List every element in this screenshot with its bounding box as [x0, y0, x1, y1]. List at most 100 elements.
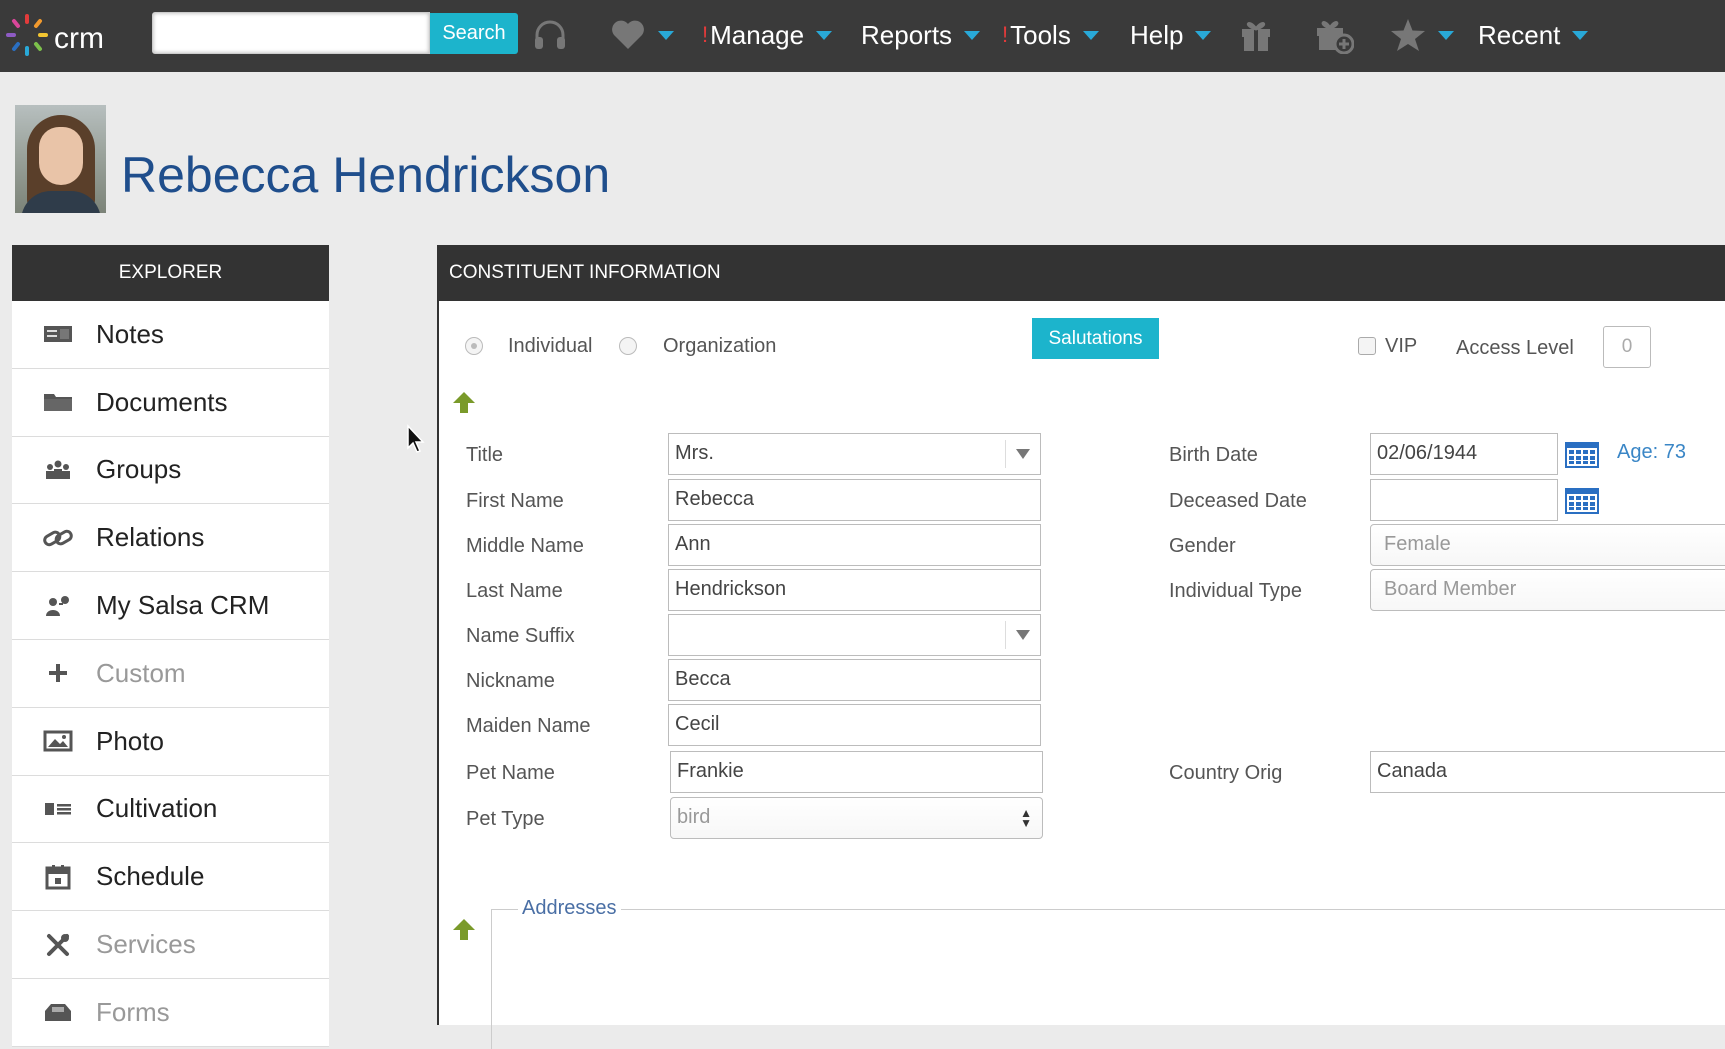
collapse-arrow-icon[interactable] — [451, 917, 477, 943]
gender-select[interactable]: Female — [1370, 524, 1725, 566]
organization-radio[interactable] — [619, 337, 637, 355]
addresses-legend[interactable]: Addresses — [518, 897, 621, 920]
tools-icon — [42, 931, 74, 959]
plus-icon — [42, 659, 74, 687]
page-title: Rebecca Hendrickson — [121, 147, 611, 203]
individual-radio[interactable] — [465, 337, 483, 355]
headset-icon[interactable] — [530, 14, 570, 56]
name-suffix-select[interactable] — [668, 614, 1041, 656]
sidebar-item-cultivation[interactable]: Cultivation — [12, 775, 329, 844]
logo-text: crm — [54, 22, 104, 55]
sidebar-item-label: Relations — [96, 522, 205, 553]
gift-icon[interactable] — [1236, 14, 1276, 56]
birth-date-label: Birth Date — [1169, 444, 1258, 466]
sidebar-item-label: Cultivation — [96, 793, 218, 824]
sidebar-item-label: Groups — [96, 454, 182, 485]
pet-name-label: Pet Name — [466, 762, 555, 784]
title-label: Title — [466, 444, 504, 466]
birth-date-field[interactable]: 02/06/1944 — [1370, 433, 1558, 475]
tools-menu-label: Tools — [1010, 19, 1071, 50]
top-navigation-bar: crm Search ! Manage Reports ! Tools Help — [0, 0, 1725, 72]
sidebar-item-notes[interactable]: Notes — [12, 301, 329, 369]
sidebar-item-custom[interactable]: Custom — [12, 639, 329, 708]
first-name-label: First Name — [466, 490, 564, 512]
pet-type-select[interactable]: bird ▲ ▼ — [670, 797, 1043, 839]
sidebar-item-services[interactable]: Services — [12, 911, 329, 979]
crm-logo[interactable]: crm — [4, 10, 114, 60]
sidebar-item-label: Services — [96, 929, 196, 960]
search-input[interactable] — [152, 12, 430, 54]
calendar-icon[interactable] — [1564, 439, 1600, 469]
search-button[interactable]: Search — [430, 13, 518, 54]
last-name-field[interactable]: Hendrickson — [668, 569, 1041, 611]
sidebar-item-label: My Salsa CRM — [96, 590, 270, 621]
individual-type-label: Individual Type — [1169, 580, 1303, 602]
sidebar-item-schedule[interactable]: Schedule — [12, 843, 329, 912]
pet-name-field[interactable]: Frankie — [670, 751, 1043, 793]
last-name-label: Last Name — [466, 580, 563, 602]
individual-radio-label: Individual — [508, 335, 593, 357]
explorer-title: EXPLORER — [12, 245, 329, 301]
nickname-field[interactable]: Becca — [668, 659, 1041, 701]
tools-menu[interactable]: ! Tools — [1002, 14, 1099, 56]
sidebar-item-forms[interactable]: Forms — [12, 978, 329, 1047]
favorites-menu[interactable] — [610, 14, 674, 56]
vip-checkbox[interactable] — [1358, 337, 1376, 355]
sidebar-item-label: Custom — [96, 657, 186, 688]
first-name-field[interactable]: Rebecca — [668, 479, 1041, 521]
title-select-value: Mrs. — [675, 442, 714, 464]
pet-type-select-value: bird — [677, 806, 711, 828]
vip-label: VIP — [1385, 335, 1418, 357]
explorer-panel: EXPLORER Notes Documents Groups Relation… — [12, 245, 329, 1047]
constituent-information-panel: CONSTITUENT INFORMATION Individual Organ… — [437, 245, 1725, 1049]
chevron-down-icon — [1082, 30, 1099, 40]
help-menu-label: Help — [1130, 19, 1184, 50]
middle-name-field[interactable]: Ann — [668, 524, 1041, 566]
photo-icon — [42, 727, 74, 755]
chevron-down-icon — [1438, 30, 1454, 40]
link-icon — [42, 524, 74, 552]
chevron-down-icon — [816, 30, 833, 40]
sidebar-item-groups[interactable]: Groups — [12, 436, 329, 505]
folder-icon — [42, 388, 74, 416]
sidebar-item-documents[interactable]: Documents — [12, 368, 329, 437]
calendar-icon[interactable] — [1564, 485, 1600, 515]
cultivation-icon — [42, 795, 74, 823]
stepper-arrows-icon: ▲ ▼ — [1020, 806, 1032, 830]
pet-type-label: Pet Type — [466, 808, 545, 830]
alert-icon: ! — [1002, 22, 1009, 47]
sidebar-item-relations[interactable]: Relations — [12, 504, 329, 573]
groups-icon — [42, 456, 74, 484]
nickname-label: Nickname — [466, 670, 555, 692]
alert-icon: ! — [702, 22, 709, 47]
user-key-icon — [42, 592, 74, 620]
country-orig-field[interactable]: Canada — [1370, 751, 1725, 793]
avatar[interactable] — [15, 105, 106, 213]
sidebar-item-label: Notes — [96, 318, 164, 349]
age-indicator: Age: 73 — [1617, 441, 1686, 463]
notes-icon — [42, 320, 74, 348]
chevron-down-icon — [1572, 30, 1589, 40]
salutations-button[interactable]: Salutations — [1032, 318, 1159, 359]
deceased-date-field[interactable] — [1370, 479, 1558, 521]
collapse-arrow-icon[interactable] — [451, 390, 477, 416]
chevron-down-icon — [1016, 630, 1030, 640]
sidebar-item-photo[interactable]: Photo — [12, 707, 329, 776]
starred-menu[interactable] — [1390, 14, 1454, 56]
reports-menu-label: Reports — [861, 19, 953, 50]
sidebar-item-label: Forms — [96, 996, 170, 1027]
maiden-name-field[interactable]: Cecil — [668, 704, 1041, 746]
manage-menu[interactable]: ! Manage — [702, 14, 833, 56]
manage-menu-label: Manage — [710, 19, 805, 50]
help-menu[interactable]: Help — [1130, 14, 1212, 56]
access-level-field[interactable]: 0 — [1603, 326, 1651, 368]
chevron-down-icon — [658, 30, 674, 40]
recent-menu[interactable]: Recent — [1478, 14, 1589, 56]
calendar-icon — [42, 863, 74, 891]
reports-menu[interactable]: Reports — [861, 14, 981, 56]
sidebar-item-my-salsa-crm[interactable]: My Salsa CRM — [12, 572, 329, 640]
chevron-down-icon — [964, 30, 981, 40]
title-select[interactable]: Mrs. — [668, 433, 1041, 475]
add-gift-icon[interactable] — [1312, 14, 1356, 56]
individual-type-select[interactable]: Board Member — [1370, 569, 1725, 611]
